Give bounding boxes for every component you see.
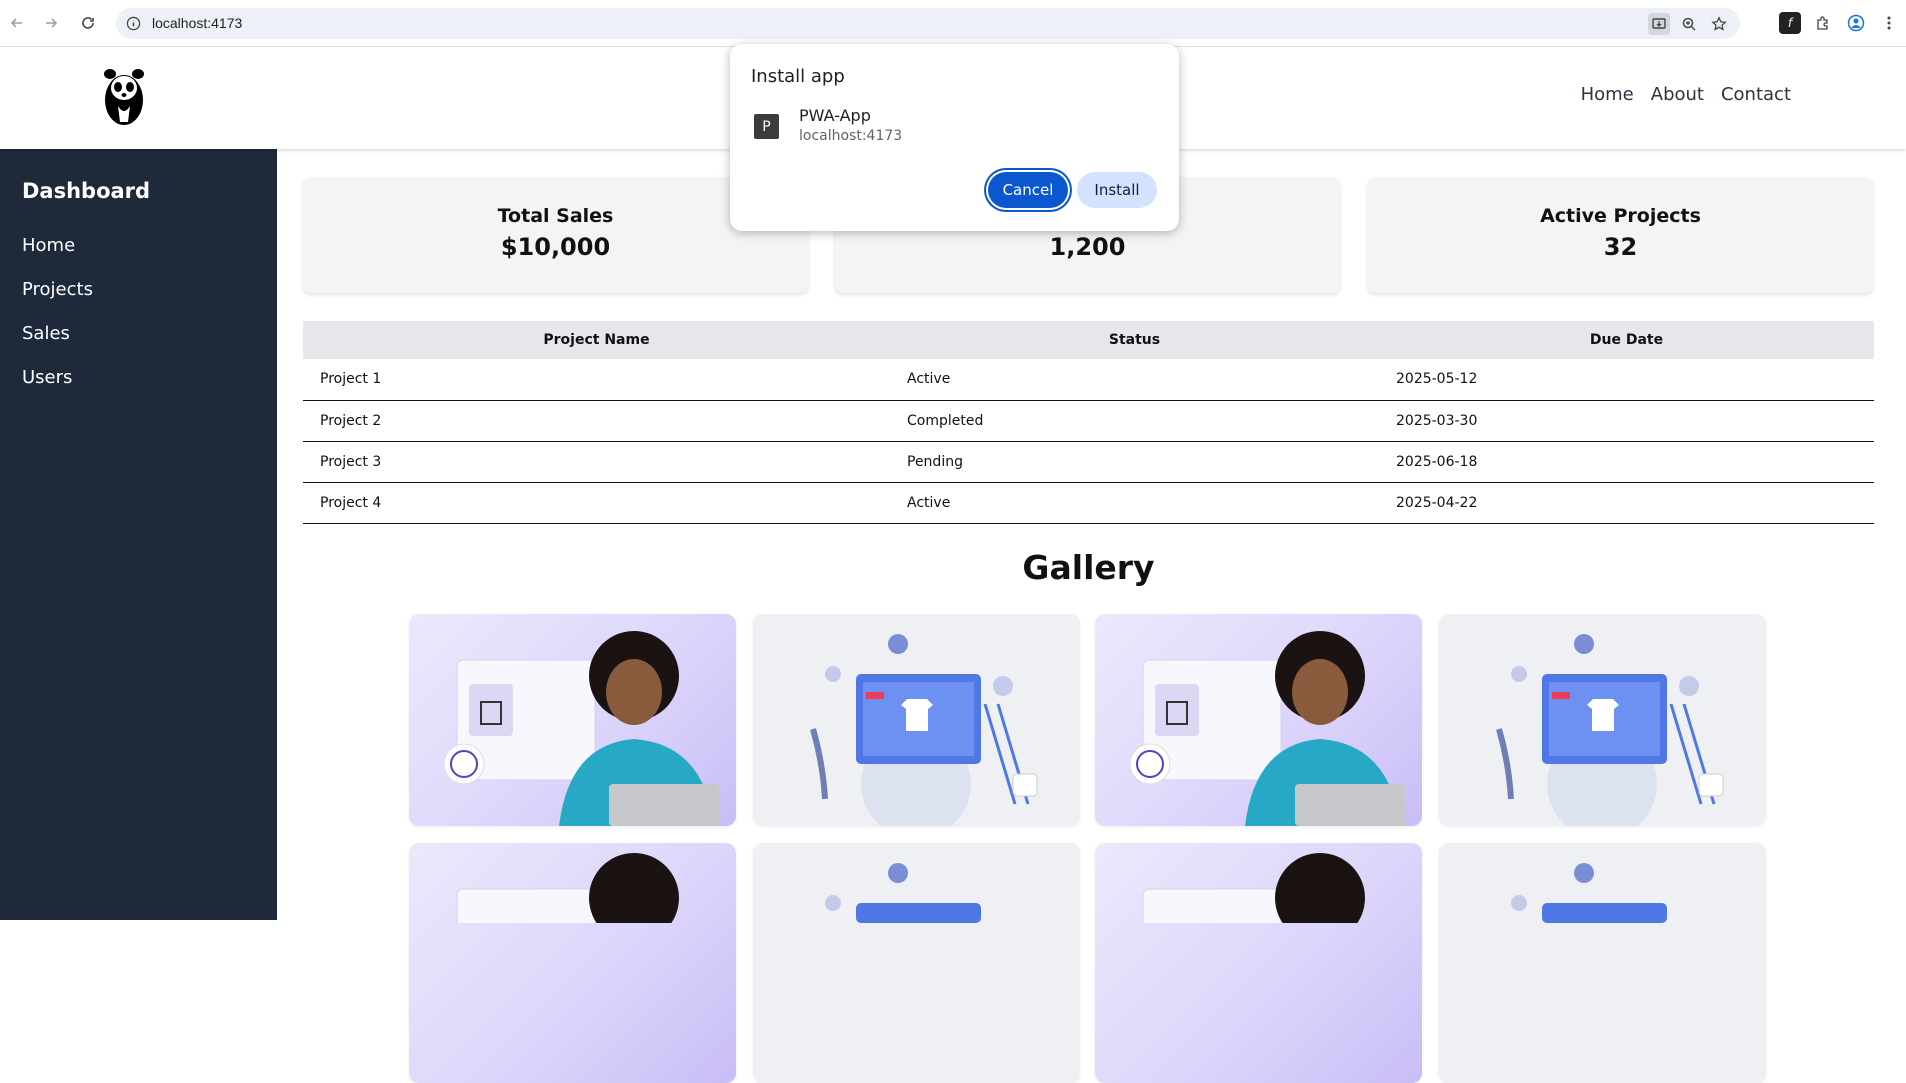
reload-icon[interactable]: [77, 12, 99, 34]
cell-due-date: 2025-03-30: [1379, 400, 1874, 442]
gallery-image-shopper[interactable]: [1095, 614, 1422, 826]
gallery-title: Gallery: [1022, 548, 1155, 587]
url-text: localhost:4173: [152, 15, 243, 31]
bookmark-star-icon[interactable]: [1708, 13, 1730, 35]
gallery-image-ecommerce[interactable]: [753, 614, 1080, 826]
site-info-icon[interactable]: [126, 16, 141, 35]
app-icon: P: [754, 114, 779, 139]
stat-card-active-projects: Active Projects 32: [1368, 177, 1873, 293]
cancel-button[interactable]: Cancel: [988, 172, 1068, 208]
sidebar-item-projects[interactable]: Projects: [22, 279, 93, 323]
sidebar-item-home[interactable]: Home: [22, 235, 93, 279]
gallery-image-shopper[interactable]: [1095, 843, 1422, 1083]
sidebar-title: Dashboard: [22, 179, 151, 203]
panda-logo[interactable]: [102, 68, 146, 132]
sidebar-item-users[interactable]: Users: [22, 367, 93, 411]
cell-status: Active: [890, 482, 1379, 524]
table-row: Project 4 Active 2025-04-22: [303, 482, 1874, 524]
table-header-row: Project Name Status Due Date: [303, 321, 1874, 359]
stat-value: 32: [1603, 233, 1638, 261]
gallery-image-ecommerce[interactable]: [1439, 614, 1766, 826]
app-name: PWA-App: [799, 106, 871, 125]
address-bar[interactable]: localhost:4173: [116, 8, 1740, 39]
cell-status: Completed: [890, 400, 1379, 442]
nav-link-home[interactable]: Home: [1581, 84, 1634, 105]
table-row: Project 1 Active 2025-05-12: [303, 359, 1874, 401]
gallery-image-shopper[interactable]: [409, 614, 736, 826]
cell-due-date: 2025-05-12: [1379, 359, 1874, 401]
dialog-title: Install app: [751, 66, 845, 87]
sidebar: Dashboard Home Projects Sales Users: [0, 149, 277, 920]
install-app-icon[interactable]: [1648, 13, 1670, 35]
cell-due-date: 2025-04-22: [1379, 482, 1874, 524]
extensions-icon[interactable]: [1812, 12, 1834, 34]
install-button[interactable]: Install: [1077, 172, 1157, 208]
profile-icon[interactable]: [1845, 12, 1867, 34]
forward-icon[interactable]: [40, 12, 62, 34]
sidebar-item-sales[interactable]: Sales: [22, 323, 93, 367]
cell-project-name: Project 4: [303, 482, 890, 524]
cell-due-date: 2025-06-18: [1379, 441, 1874, 483]
top-navigation: Home About Contact: [1581, 84, 1791, 105]
zoom-icon[interactable]: [1678, 13, 1700, 35]
cell-project-name: Project 2: [303, 400, 890, 442]
stat-value: $10,000: [500, 233, 611, 261]
stat-value: 1,200: [1049, 233, 1126, 261]
column-header-project-name: Project Name: [303, 321, 890, 359]
table-row: Project 2 Completed 2025-03-30: [303, 400, 1874, 442]
gallery-image-ecommerce[interactable]: [753, 843, 1080, 1083]
menu-icon[interactable]: [1878, 12, 1900, 34]
column-header-due-date: Due Date: [1379, 321, 1874, 359]
back-icon[interactable]: [6, 12, 28, 34]
cell-project-name: Project 3: [303, 441, 890, 483]
font-extension-icon[interactable]: f: [1779, 12, 1801, 34]
column-header-status: Status: [890, 321, 1379, 359]
nav-link-contact[interactable]: Contact: [1721, 84, 1791, 105]
app-origin: localhost:4173: [799, 128, 903, 144]
table-row: Project 3 Pending 2025-06-18: [303, 441, 1874, 483]
cell-status: Pending: [890, 441, 1379, 483]
cell-status: Active: [890, 359, 1379, 401]
stat-label: Active Projects: [1540, 205, 1701, 227]
browser-toolbar: localhost:4173 f: [0, 0, 1906, 47]
gallery-image-shopper[interactable]: [409, 843, 736, 1083]
install-app-dialog: Install app P PWA-App localhost:4173 Can…: [730, 44, 1179, 231]
gallery-image-ecommerce[interactable]: [1439, 843, 1766, 1083]
cell-project-name: Project 1: [303, 359, 890, 401]
nav-link-about[interactable]: About: [1651, 84, 1704, 105]
projects-table: Project Name Status Due Date Project 1 A…: [303, 321, 1874, 524]
